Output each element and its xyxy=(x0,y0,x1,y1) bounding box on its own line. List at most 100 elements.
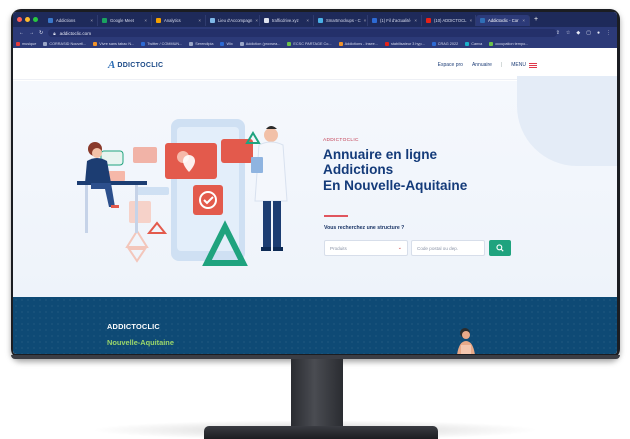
product-select[interactable]: Produits ⌄ xyxy=(324,240,408,256)
extensions-icon[interactable]: ◆ xyxy=(576,30,580,36)
browser-tab[interactable]: (10) ADDICTOCL × xyxy=(422,15,476,26)
person-illustration xyxy=(457,328,475,354)
bookmark-star-icon[interactable]: ☆ xyxy=(566,30,570,36)
bookmark-item[interactable]: musique xyxy=(16,41,37,46)
search-button[interactable] xyxy=(489,240,511,256)
tab-close-icon[interactable]: × xyxy=(522,18,525,23)
banner-subtitle: Nouvelle-Aquitaine xyxy=(107,338,174,347)
bookmark-label: Twitter / COMMUN... xyxy=(147,41,183,46)
hero-title-line1: Annuaire en ligne xyxy=(323,147,438,162)
new-tab-button[interactable]: + xyxy=(534,16,538,23)
bookmark-item[interactable]: Twitter / COMMUN... xyxy=(141,41,183,46)
back-icon[interactable]: ← xyxy=(19,30,24,36)
monitor-stand-neck xyxy=(291,359,343,429)
logo-text: DDICTOCLIC xyxy=(117,61,164,69)
tab-close-icon[interactable]: × xyxy=(414,18,417,23)
nav-separator: | xyxy=(500,62,503,68)
sidebar-icon[interactable]: ▢ xyxy=(586,30,591,36)
tab-close-icon[interactable]: × xyxy=(255,18,258,23)
bookmark-label: ECSC PARTAGE Co... xyxy=(293,41,332,46)
window-controls xyxy=(17,17,38,22)
profile-avatar[interactable]: ● xyxy=(597,30,600,36)
tab-label: Addictoclic - Cor xyxy=(488,18,519,23)
more-options-icon[interactable]: ⋮ xyxy=(606,30,611,36)
browser-tab[interactable]: Smartmockups - C × xyxy=(314,15,368,26)
tab-close-icon[interactable]: × xyxy=(470,18,473,23)
bookmark-favicon-icon xyxy=(239,41,244,46)
tab-label: Addictions xyxy=(56,18,76,23)
bookmark-item[interactable]: Wix xyxy=(220,41,233,46)
bookmark-label: Vivre sans tabac N... xyxy=(99,41,135,46)
hero-eyebrow: ADDICTOCLIC xyxy=(323,138,359,143)
tab-favicon-icon xyxy=(372,18,377,23)
tab-close-icon[interactable]: × xyxy=(90,18,93,23)
close-window-button[interactable] xyxy=(17,17,22,22)
share-icon[interactable]: ⇪ xyxy=(556,30,560,36)
search-icon xyxy=(496,244,504,252)
tab-favicon-icon xyxy=(426,18,431,23)
browser-tab[interactable]: Addictions × xyxy=(44,15,98,26)
bookmark-item[interactable]: occupation tempo... xyxy=(489,41,528,46)
site-nav: Espace pro Annuaire | MENU xyxy=(438,62,537,68)
forward-icon[interactable]: → xyxy=(29,30,34,36)
tab-label: trafficdrive.xyz xyxy=(272,18,299,23)
monitor-screen: Addictions × Google Meet × Analytics × Lieu d'… xyxy=(13,12,617,354)
product-select-value: Produits xyxy=(330,245,347,251)
tab-favicon-icon xyxy=(48,18,53,23)
nav-annuaire-link[interactable]: Annuaire xyxy=(472,62,492,68)
tab-label: Google Meet xyxy=(110,18,134,23)
browser-tools: ⇪ ☆ ◆ ▢ ● ⋮ xyxy=(556,30,611,36)
mockup-stage: Addictions × Google Meet × Analytics × Lieu d'… xyxy=(0,0,630,439)
browser-tab-bar: Addictions × Google Meet × Analytics × Lieu d'… xyxy=(13,12,617,27)
hero-title: Annuaire en ligne Addictions En Nouvelle… xyxy=(323,147,563,193)
tab-close-icon[interactable]: × xyxy=(198,18,201,23)
tab-close-icon[interactable]: × xyxy=(144,18,147,23)
hero-title-line3: En Nouvelle-Aquitaine xyxy=(323,177,468,193)
tab-close-icon[interactable]: × xyxy=(364,18,367,23)
bookmark-favicon-icon xyxy=(287,41,292,46)
browser-tab[interactable]: Lieu d'Accompagn × xyxy=(206,15,260,26)
tab-favicon-icon xyxy=(480,18,485,23)
browser-tab[interactable]: trafficdrive.xyz × xyxy=(260,15,314,26)
monitor-stand-base xyxy=(204,426,438,439)
banner-pattern xyxy=(13,297,617,354)
maximize-window-button[interactable] xyxy=(33,17,38,22)
doctor-illustration xyxy=(264,128,278,142)
bookmark-favicon-icon xyxy=(384,41,389,46)
bookmark-label: Wix xyxy=(226,41,233,46)
bookmark-favicon-icon xyxy=(189,41,194,46)
tab-close-icon[interactable]: × xyxy=(306,18,309,23)
browser-tab[interactable]: Addictoclic - Cor × xyxy=(476,15,530,26)
chevron-down-icon: ⌄ xyxy=(397,245,402,251)
bookmark-item[interactable]: Addictions - Insee... xyxy=(338,41,378,46)
bookmark-item[interactable]: stabilisateur 3 hyp... xyxy=(384,41,425,46)
tab-label: Lieu d'Accompagn xyxy=(218,18,253,23)
bookmark-item[interactable]: CRAG 2022 xyxy=(431,41,459,46)
bookmark-item[interactable]: Vivre sans tabac N... xyxy=(93,41,135,46)
tab-label: Smartmockups - C xyxy=(326,18,361,23)
postal-code-input[interactable]: Code postal ou dep. xyxy=(411,240,485,256)
hamburger-icon xyxy=(529,62,537,68)
tab-favicon-icon xyxy=(264,18,269,23)
bookmark-item[interactable]: CORRASID Nouvell... xyxy=(43,41,86,46)
bookmark-item[interactable]: Serendipia xyxy=(189,41,213,46)
bookmark-item[interactable]: Canva xyxy=(465,41,482,46)
nav-espace-pro-link[interactable]: Espace pro xyxy=(438,62,463,68)
browser-tab[interactable]: Analytics × xyxy=(152,15,206,26)
bookmark-item[interactable]: ECSC PARTAGE Co... xyxy=(287,41,332,46)
site-logo[interactable]: A DDICTOCLIC xyxy=(108,59,163,71)
address-bar[interactable]: 🔒︎ addictoclic.com xyxy=(48,29,557,37)
tab-favicon-icon xyxy=(318,18,323,23)
nav-menu-button[interactable]: MENU xyxy=(511,62,537,68)
bookmark-favicon-icon xyxy=(431,41,436,46)
bookmark-label: CRAG 2022 xyxy=(437,41,459,46)
bookmark-item[interactable]: Addiction (proxsea... xyxy=(239,41,280,46)
bookmark-favicon-icon xyxy=(141,41,146,46)
browser-tab[interactable]: Google Meet × xyxy=(98,15,152,26)
browser-tab[interactable]: (1) Fil d'actualité × xyxy=(368,15,422,26)
bookmark-favicon-icon xyxy=(489,41,494,46)
minimize-window-button[interactable] xyxy=(25,17,30,22)
url-text: addictoclic.com xyxy=(59,30,92,36)
bookmark-label: musique xyxy=(22,41,37,46)
reload-icon[interactable]: ↻ xyxy=(39,30,43,36)
